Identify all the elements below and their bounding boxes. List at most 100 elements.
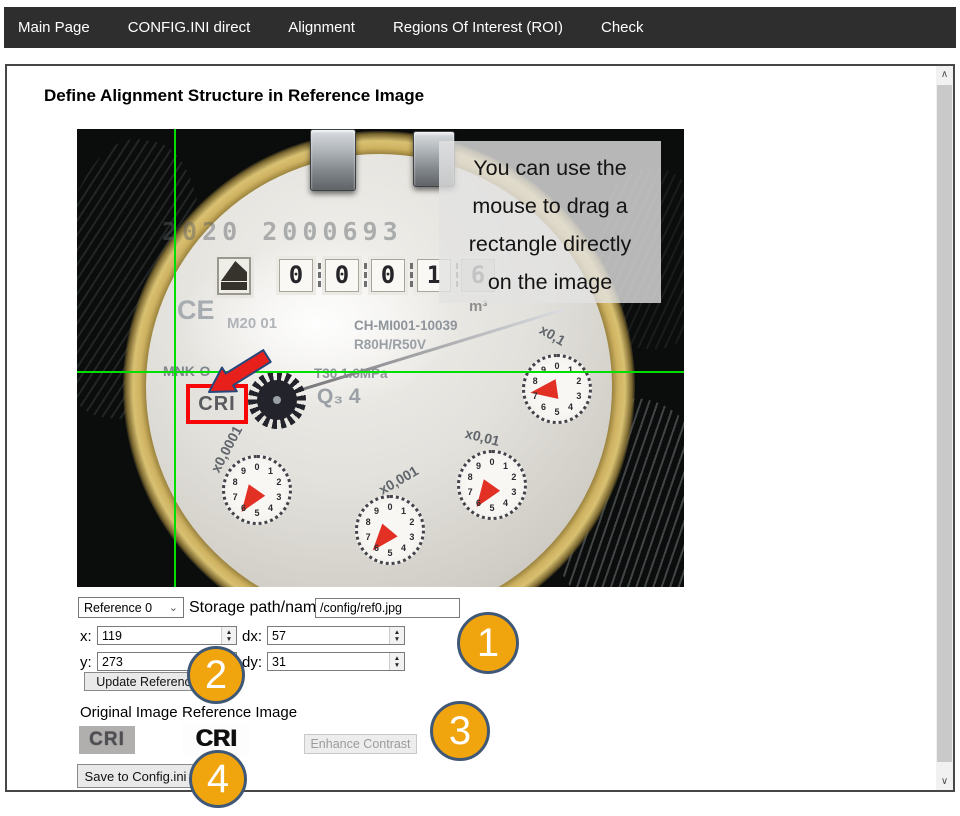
y-label: y: xyxy=(80,654,92,671)
dy-input[interactable]: ▲ ▼ xyxy=(267,652,405,671)
dial-digit: 0 xyxy=(255,462,260,472)
x-spinner[interactable]: ▲ ▼ xyxy=(221,627,236,644)
ratio-text: R80H/R50V xyxy=(354,337,426,352)
x-input-field[interactable] xyxy=(98,627,220,644)
dial-digit: 6 xyxy=(241,503,246,513)
scroll-thumb[interactable] xyxy=(937,85,952,762)
callout-3: 3 xyxy=(430,701,490,761)
dy-input-field[interactable] xyxy=(268,653,388,670)
nav-item-main-page[interactable]: Main Page xyxy=(18,19,90,36)
original-image-thumb: CRI xyxy=(79,726,135,754)
odometer-separator xyxy=(364,263,367,287)
dial-digit: 1 xyxy=(401,506,406,516)
dial-digit: 5 xyxy=(490,503,495,513)
scrollbar[interactable]: ∧ ∨ xyxy=(936,66,953,790)
dial-x0-001: 012 34567 89 xyxy=(355,495,425,565)
scroll-down-button[interactable]: ∨ xyxy=(936,773,953,790)
dial-digit: 8 xyxy=(468,472,473,482)
spinner-down-icon[interactable]: ▼ xyxy=(394,636,400,643)
dial-digit: 6 xyxy=(374,543,379,553)
nav-item-roi[interactable]: Regions Of Interest (ROI) xyxy=(393,19,563,36)
odometer-digit: 0 xyxy=(325,259,359,292)
dial-digit: 9 xyxy=(374,506,379,516)
storage-path-label: Storage path/name: xyxy=(189,599,330,617)
approval-text: M20 01 xyxy=(227,315,277,332)
dial-digit: 5 xyxy=(388,548,393,558)
scroll-up-button[interactable]: ∧ xyxy=(936,66,953,83)
crosshair-vertical-line xyxy=(174,129,176,587)
dx-label: dx: xyxy=(242,628,262,645)
spinner-down-icon[interactable]: ▼ xyxy=(226,636,232,643)
reference-select[interactable]: Reference 0 ⌄ xyxy=(78,597,184,618)
content-frame: Define Alignment Structure in Reference … xyxy=(5,64,955,792)
dial-digit: 7 xyxy=(533,391,538,401)
ce-mark: CE xyxy=(177,295,215,326)
dx-input-field[interactable] xyxy=(268,627,388,644)
model-text: CH-MI001-10039 xyxy=(354,318,458,333)
dial-x0-01: 0123456789 xyxy=(457,450,527,520)
reference-image-label: Reference Image xyxy=(182,704,297,721)
dial-digit: 4 xyxy=(568,402,573,412)
dial-digit: 2 xyxy=(409,517,414,527)
dial-digit: 5 xyxy=(555,407,560,417)
dial-digit: 2 xyxy=(576,376,581,386)
manufacturer-logo-icon xyxy=(217,257,251,295)
dial-digit: 9 xyxy=(241,466,246,476)
dial-digit: 6 xyxy=(541,402,546,412)
dial-digit: 8 xyxy=(233,477,238,487)
spinner-up-icon[interactable]: ▲ xyxy=(394,629,400,636)
navbar: Main Page CONFIG.INI direct Alignment Re… xyxy=(4,7,956,48)
meter-clip xyxy=(310,129,356,191)
dial-digit: 0 xyxy=(388,502,393,512)
dial-digit: 8 xyxy=(366,517,371,527)
original-image-label: Original Image xyxy=(80,704,178,721)
x-label: x: xyxy=(80,628,92,645)
dx-spinner[interactable]: ▲ ▼ xyxy=(389,627,404,644)
flow-text: Q₃ 4 xyxy=(317,385,361,409)
dial-digit: 1 xyxy=(568,365,573,375)
drag-hint-note: You can use the mouse to drag a rectangl… xyxy=(439,141,661,303)
enhance-contrast-button[interactable]: Enhance Contrast xyxy=(304,734,417,754)
dial-digit: 1 xyxy=(503,461,508,471)
nav-item-check[interactable]: Check xyxy=(601,19,644,36)
page-title: Define Alignment Structure in Reference … xyxy=(44,86,424,106)
dial-x0-0001: 0123456789 xyxy=(222,455,292,525)
chevron-down-icon: ⌄ xyxy=(169,601,178,614)
callout-2: 2 xyxy=(187,646,245,704)
odometer-digit: 0 xyxy=(371,259,405,292)
crosshair-horizontal-line xyxy=(77,371,684,373)
spinner-down-icon[interactable]: ▼ xyxy=(394,662,400,669)
reference-image[interactable]: 2020 2000693 0 0 0 1 6 m³ CE M20 01 CH-M… xyxy=(77,129,684,587)
reference-select-value: Reference 0 xyxy=(84,601,152,615)
dial-digit: 5 xyxy=(255,508,260,518)
odometer-separator xyxy=(318,263,321,287)
nav-item-config-ini[interactable]: CONFIG.INI direct xyxy=(128,19,251,36)
callout-1: 1 xyxy=(457,612,519,674)
dial-digit: 4 xyxy=(401,543,406,553)
dial-digit: 3 xyxy=(276,492,281,502)
odometer-separator xyxy=(410,263,413,287)
x-input[interactable]: ▲ ▼ xyxy=(97,626,237,645)
storage-path-input[interactable] xyxy=(315,598,460,618)
spinner-up-icon[interactable]: ▲ xyxy=(226,629,232,636)
dial-digit: 8 xyxy=(533,376,538,386)
dial-digit: 7 xyxy=(366,532,371,542)
dial-digit: 1 xyxy=(268,466,273,476)
nav-item-alignment[interactable]: Alignment xyxy=(288,19,355,36)
dial-digit: 4 xyxy=(268,503,273,513)
callout-4: 4 xyxy=(189,750,247,808)
dial-digit: 2 xyxy=(276,477,281,487)
pointer-arrow-icon xyxy=(195,344,279,404)
save-config-button[interactable]: Save to Config.ini xyxy=(77,764,194,788)
spinner-up-icon[interactable]: ▲ xyxy=(394,655,400,662)
dial-digit: 9 xyxy=(541,365,546,375)
dx-input[interactable]: ▲ ▼ xyxy=(267,626,405,645)
dial-digit: 6 xyxy=(476,498,481,508)
dial-digit: 3 xyxy=(511,487,516,497)
dy-label: dy: xyxy=(242,654,262,671)
dy-spinner[interactable]: ▲ ▼ xyxy=(389,653,404,670)
dial-digit: 3 xyxy=(409,532,414,542)
dial-x0-1: 0123456789 xyxy=(522,354,592,424)
dial-digit: 3 xyxy=(576,391,581,401)
meter-serial-number: 2020 2000693 xyxy=(162,217,403,246)
